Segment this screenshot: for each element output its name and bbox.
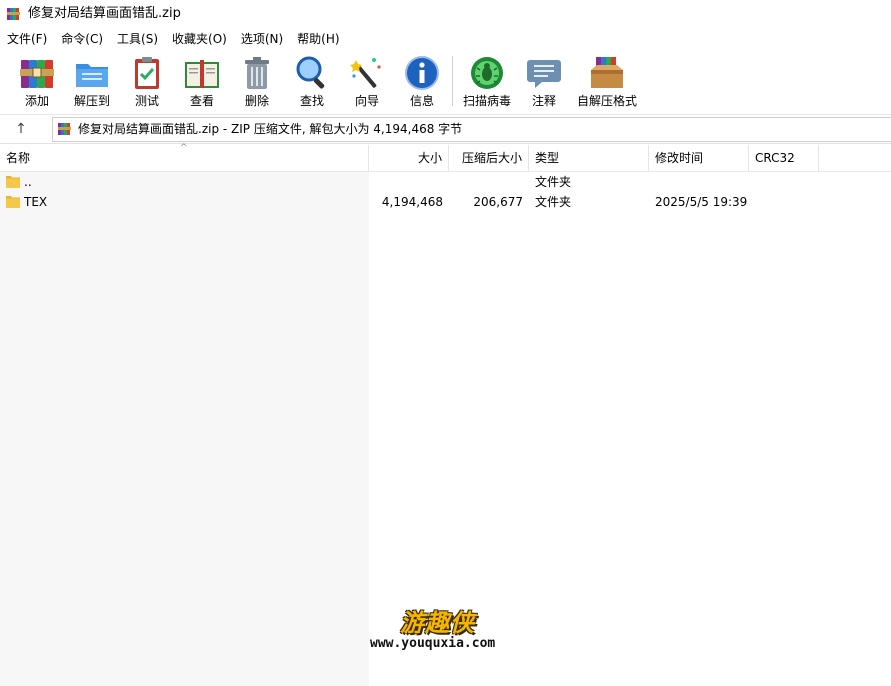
row-crc32 <box>749 192 819 212</box>
table-row[interactable]: .. 文件夹 <box>0 172 891 192</box>
title-bar: 修复对局结算画面错乱.zip <box>0 0 891 28</box>
wizard-button[interactable]: 向导 <box>340 52 394 110</box>
menu-options[interactable]: 选项(N) <box>234 28 290 50</box>
address-bar: ↑ 修复对局结算画面错乱.zip - ZIP 压缩文件, 解包大小为 4,194… <box>0 115 891 144</box>
sfx-button[interactable]: 自解压格式 <box>577 52 637 110</box>
virus-scan-icon <box>471 57 503 89</box>
menu-favorites[interactable]: 收藏夹(O) <box>165 28 234 50</box>
row-type: 文件夹 <box>535 175 572 189</box>
magnifier-icon <box>296 56 325 89</box>
row-packed-size <box>449 172 529 192</box>
column-size[interactable]: 大小 <box>369 145 449 171</box>
row-packed-size: 206,677 <box>473 195 523 209</box>
info-button[interactable]: 信息 <box>395 52 449 110</box>
add-button[interactable]: 添加 <box>10 52 64 110</box>
column-header: ^ 名称 大小 压缩后大小 类型 修改时间 CRC32 <box>0 143 891 172</box>
archive-books-icon <box>20 60 54 88</box>
winrar-icon <box>7 8 20 20</box>
up-arrow-icon[interactable]: ↑ <box>12 120 30 138</box>
row-size: 4,194,468 <box>381 195 443 209</box>
watermark-logo: 游趣侠 <box>400 609 475 637</box>
menu-tools[interactable]: 工具(S) <box>110 28 165 50</box>
toolbar-separator <box>452 56 453 106</box>
path-field[interactable]: 修复对局结算画面错乱.zip - ZIP 压缩文件, 解包大小为 4,194,4… <box>52 117 891 142</box>
site-watermark: 游趣侠 www.youquxia.com <box>368 603 528 653</box>
comment-button[interactable]: 注释 <box>517 52 571 110</box>
name-column-background <box>0 172 369 686</box>
test-button[interactable]: 测试 <box>120 52 174 110</box>
column-name[interactable]: 名称 <box>0 145 369 171</box>
row-name: TEX <box>24 195 48 209</box>
scan-virus-button[interactable]: 扫描病毒 <box>460 52 514 110</box>
row-name: .. <box>24 175 32 189</box>
info-label: 信息 <box>409 94 434 108</box>
book-icon <box>185 60 219 88</box>
sfx-label: 自解压格式 <box>576 94 637 108</box>
archive-path: 修复对局结算画面错乱.zip - ZIP 压缩文件, 解包大小为 4,194,4… <box>78 122 463 136</box>
magic-wand-icon <box>350 58 381 88</box>
row-modified <box>649 172 749 192</box>
toolbar: 添加 解压到 测试 查看 删除 查找 向导 信息 扫描病毒 注释 自解压格式 <box>0 50 891 115</box>
row-type: 文件夹 <box>535 195 572 209</box>
column-type[interactable]: 类型 <box>529 145 649 171</box>
menu-commands[interactable]: 命令(C) <box>54 28 110 50</box>
menu-bar: 文件(F) 命令(C) 工具(S) 收藏夹(O) 选项(N) 帮助(H) <box>0 28 891 50</box>
comment-label: 注释 <box>531 94 556 108</box>
column-modified[interactable]: 修改时间 <box>649 145 749 171</box>
menu-help[interactable]: 帮助(H) <box>290 28 346 50</box>
row-modified: 2025/5/5 19:39 <box>655 195 748 209</box>
extract-to-button[interactable]: 解压到 <box>65 52 119 110</box>
extract-folder-icon <box>76 64 108 87</box>
clipboard-check-icon <box>135 57 159 89</box>
comment-icon <box>527 60 561 88</box>
row-size <box>369 172 449 192</box>
menu-file[interactable]: 文件(F) <box>0 28 54 50</box>
trash-can-icon <box>245 57 269 89</box>
table-row[interactable]: TEX 4,194,468 206,677 文件夹 2025/5/5 19:39 <box>0 192 891 212</box>
delete-button[interactable]: 删除 <box>230 52 284 110</box>
view-button[interactable]: 查看 <box>175 52 229 110</box>
info-icon <box>405 56 439 90</box>
row-crc32 <box>749 172 819 192</box>
sfx-box-icon <box>591 57 623 88</box>
zip-archive-icon <box>58 123 71 135</box>
watermark-url: www.youquxia.com <box>370 636 496 651</box>
column-packed-size[interactable]: 压缩后大小 <box>449 145 529 171</box>
window-title: 修复对局结算画面错乱.zip <box>28 6 181 21</box>
column-crc32[interactable]: CRC32 <box>749 145 819 171</box>
find-button[interactable]: 查找 <box>285 52 339 110</box>
